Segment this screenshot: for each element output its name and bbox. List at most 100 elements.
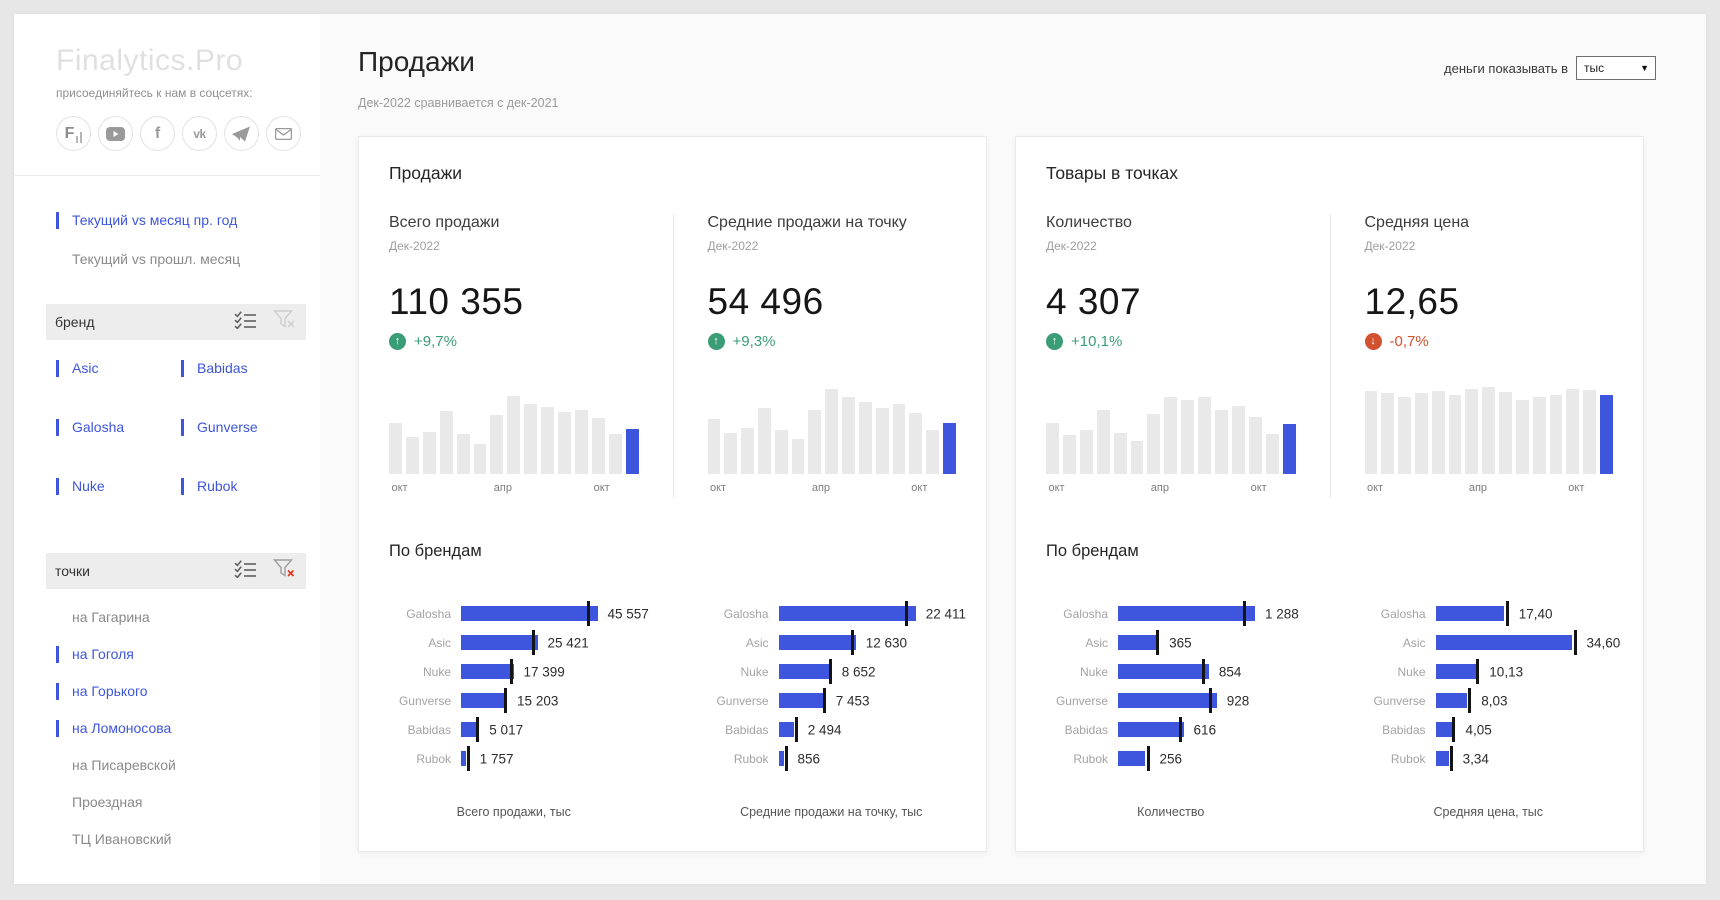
sparkline-bar[interactable] xyxy=(1364,391,1378,474)
bullet-bar[interactable] xyxy=(461,751,467,766)
youtube-icon[interactable] xyxy=(98,116,133,151)
sparkline-bar[interactable] xyxy=(1113,432,1127,474)
bullet-bar[interactable] xyxy=(1435,664,1476,679)
sparkline-bar[interactable] xyxy=(1431,391,1445,474)
sparkline-bar[interactable] xyxy=(541,406,555,474)
bullet-bar[interactable] xyxy=(1435,635,1573,650)
sparkline-bar[interactable] xyxy=(808,409,822,474)
bullet-bar[interactable] xyxy=(1118,664,1209,679)
sparkline-bar[interactable] xyxy=(1265,433,1279,474)
bullet-bar[interactable] xyxy=(461,635,538,650)
bullet-bar[interactable] xyxy=(1118,722,1184,737)
sparkline-bar[interactable] xyxy=(791,439,805,474)
bullet-bar[interactable] xyxy=(1435,693,1468,708)
period-option[interactable]: Текущий vs прошл. месяц xyxy=(56,251,306,268)
points-filter-item[interactable]: на Гоголя xyxy=(56,646,306,663)
sparkline-bar[interactable] xyxy=(1130,440,1144,474)
sparkline-bar[interactable] xyxy=(842,396,855,474)
sparkline-bar-current[interactable] xyxy=(1600,394,1613,474)
sparkline-bar[interactable] xyxy=(1147,414,1161,474)
money-unit-select[interactable]: тыс ▼ xyxy=(1576,56,1656,80)
sparkline-bar[interactable] xyxy=(1062,435,1076,474)
finalytics-icon[interactable]: F xyxy=(56,116,91,151)
sparkline-bar[interactable] xyxy=(456,434,470,474)
bullet-bar[interactable] xyxy=(1118,751,1146,766)
brand-filter-item[interactable]: Rubok xyxy=(181,478,306,495)
bullet-bar[interactable] xyxy=(1118,693,1217,708)
sparkline-bar[interactable] xyxy=(389,423,402,474)
sparkline-bar[interactable] xyxy=(507,395,521,474)
brand-filter-item[interactable]: Galosha xyxy=(56,419,181,436)
sparkline-bar[interactable] xyxy=(1549,394,1563,474)
sparkline-bar[interactable] xyxy=(926,429,940,474)
sparkline-bar[interactable] xyxy=(707,418,721,474)
sparkline-bar[interactable] xyxy=(1079,429,1093,474)
points-filter-item[interactable]: на Гагарина xyxy=(56,609,306,626)
bullet-bar[interactable] xyxy=(778,664,832,679)
sparkline-bar[interactable] xyxy=(1181,400,1195,474)
sparkline-bar[interactable] xyxy=(439,411,453,474)
sparkline-bar[interactable] xyxy=(1583,390,1597,474)
brand-filter-item[interactable]: Nuke xyxy=(56,478,181,495)
bullet-bar[interactable] xyxy=(461,693,507,708)
telegram-icon[interactable] xyxy=(224,116,259,151)
points-filter-item[interactable]: Проездная xyxy=(56,794,306,811)
sparkline-bar[interactable] xyxy=(1046,423,1059,474)
sparkline-bar[interactable] xyxy=(591,417,605,474)
sparkline-bar[interactable] xyxy=(1566,389,1580,474)
sparkline-bar[interactable] xyxy=(1215,409,1228,474)
sparkline-bar[interactable] xyxy=(1448,394,1462,474)
sparkline-bar[interactable] xyxy=(1398,396,1411,474)
points-filter-item[interactable]: на Ломоносова xyxy=(56,720,306,737)
sparkline-bar-current[interactable] xyxy=(1282,424,1296,474)
sparkline-bar[interactable] xyxy=(1515,400,1529,474)
email-icon[interactable] xyxy=(266,116,301,151)
points-filter-item[interactable]: ТЦ Ивановский xyxy=(56,831,306,848)
bullet-bar[interactable] xyxy=(778,606,916,621)
sparkline-bar[interactable] xyxy=(1198,396,1212,474)
sparkline-bar[interactable] xyxy=(757,407,771,474)
sparkline-bar[interactable] xyxy=(1231,405,1245,474)
sparkline-bar[interactable] xyxy=(1164,396,1178,474)
bullet-bar[interactable] xyxy=(1118,606,1255,621)
sparkline-bar[interactable] xyxy=(724,432,738,474)
sparkline-bar[interactable] xyxy=(858,402,872,474)
sparkline-bar[interactable] xyxy=(1532,396,1546,474)
sparkline-bar[interactable] xyxy=(825,389,839,474)
vk-icon[interactable]: vk xyxy=(182,116,217,151)
bullet-bar[interactable] xyxy=(461,664,514,679)
brand-filter-item[interactable]: Asic xyxy=(56,360,181,377)
brand-filter-item[interactable]: Babidas xyxy=(181,360,306,377)
sparkline-bar[interactable] xyxy=(1096,409,1110,474)
sparkline-bar[interactable] xyxy=(774,429,788,474)
sparkline-bar[interactable] xyxy=(574,409,588,474)
points-filter-item[interactable]: на Горького xyxy=(56,683,306,700)
facebook-icon[interactable]: f xyxy=(140,116,175,151)
bullet-bar[interactable] xyxy=(778,693,825,708)
sparkline-bar[interactable] xyxy=(1465,389,1479,474)
sparkline-bar[interactable] xyxy=(1482,386,1496,474)
sparkline-bar[interactable] xyxy=(875,407,889,474)
sparkline-bar[interactable] xyxy=(558,412,571,474)
sparkline-bar[interactable] xyxy=(405,437,419,474)
bullet-bar[interactable] xyxy=(1118,635,1157,650)
sparkline-bar[interactable] xyxy=(1414,393,1428,474)
sparkline-bar-current[interactable] xyxy=(943,423,956,474)
bullet-bar[interactable] xyxy=(1435,606,1505,621)
sparkline-bar[interactable] xyxy=(473,443,487,474)
period-option[interactable]: Текущий vs месяц пр. год xyxy=(56,212,306,229)
bullet-bar[interactable] xyxy=(461,722,476,737)
bullet-bar[interactable] xyxy=(1435,751,1449,766)
select-all-icon[interactable] xyxy=(234,559,257,583)
sparkline-bar[interactable] xyxy=(909,413,923,474)
bullet-bar[interactable] xyxy=(778,751,784,766)
clear-filter-active-icon[interactable] xyxy=(272,559,296,583)
sparkline-bar[interactable] xyxy=(1381,393,1395,474)
select-all-icon[interactable] xyxy=(234,310,257,334)
sparkline-bar[interactable] xyxy=(422,431,436,474)
sparkline-bar[interactable] xyxy=(741,428,754,474)
sparkline-bar[interactable] xyxy=(490,415,504,474)
bullet-bar[interactable] xyxy=(778,722,794,737)
bullet-bar[interactable] xyxy=(461,606,598,621)
clear-filter-icon[interactable] xyxy=(272,310,296,334)
